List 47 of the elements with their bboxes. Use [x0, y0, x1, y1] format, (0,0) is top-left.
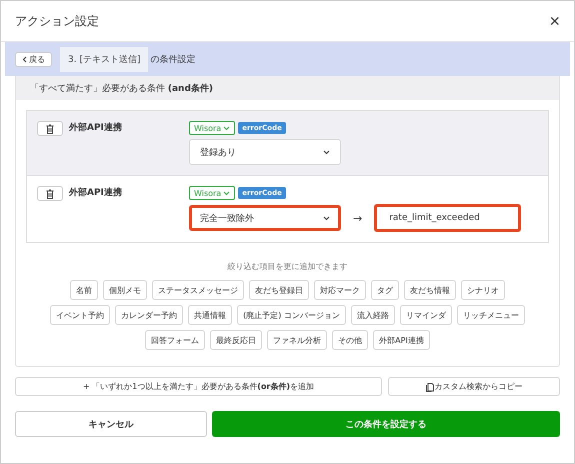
filter-item-button[interactable]: 流入経路 — [350, 305, 395, 325]
operator-select[interactable]: 登録あり — [189, 139, 341, 165]
back-button[interactable]: 戻る — [15, 52, 52, 66]
delete-button[interactable] — [37, 186, 63, 201]
filter-item-button[interactable]: (廃止予定) コンバージョン — [237, 305, 346, 325]
add-or-condition-button[interactable]: + 「いずれか1つ以上を満たす」必要がある条件(or条件)を追加 — [15, 377, 382, 396]
condition-label: 外部API連携 — [69, 121, 122, 135]
close-button[interactable]: × — [549, 12, 560, 30]
operator-select[interactable]: 完全一致除外 — [189, 205, 341, 231]
filter-item-button[interactable]: その他 — [332, 330, 368, 350]
breadcrumb-text: の条件設定 — [150, 54, 196, 66]
delete-button[interactable] — [37, 121, 63, 136]
filter-item-button[interactable]: イベント予約 — [50, 305, 110, 325]
step-label: 3. [テキスト送信] — [60, 46, 148, 72]
hint-text: 絞り込む項目を更に追加できます — [226, 261, 348, 272]
copy-button[interactable]: カスタム検索からコピー — [388, 377, 560, 396]
filter-item-button[interactable]: 回答フォーム — [145, 330, 206, 350]
chevron-left-icon — [22, 56, 27, 62]
chevron-down-icon — [323, 150, 330, 154]
value-field[interactable]: rate_limit_exceeded — [374, 204, 522, 232]
filter-item-button[interactable]: カレンダー予約 — [115, 305, 184, 325]
section-title: 「すべて満たす」必要がある条件 (and条件) — [16, 76, 559, 100]
window-title: アクション設定 — [15, 12, 99, 30]
filter-item-button[interactable]: ファネル分析 — [267, 330, 328, 350]
filter-item-button[interactable]: 友だち情報 — [404, 280, 456, 300]
filter-item-button[interactable]: 最終反応日 — [210, 330, 262, 350]
chevron-down-icon — [223, 190, 230, 196]
filter-item-button[interactable]: タグ — [371, 280, 399, 300]
filter-item-button[interactable]: 名前 — [70, 280, 98, 300]
filter-item-button[interactable]: シナリオ — [461, 280, 505, 300]
filter-item-button[interactable]: 友だち登録日 — [249, 280, 309, 300]
filter-item-button[interactable]: ステータスメッセージ — [152, 280, 244, 300]
copy-icon — [426, 382, 434, 392]
filter-item-button[interactable]: 個別メモ — [103, 280, 147, 300]
chevron-down-icon — [323, 216, 330, 220]
trash-icon — [46, 188, 54, 198]
filter-item-button[interactable]: リマインダ — [400, 305, 452, 325]
arrow-text: → — [353, 212, 362, 224]
filter-item-button[interactable]: リッチメニュー — [456, 305, 525, 325]
cancel-button[interactable]: キャンセル — [15, 411, 207, 437]
filter-item-button[interactable]: 外部API連携 — [373, 330, 430, 350]
chevron-down-icon — [223, 126, 230, 130]
submit-button[interactable]: この条件を設定する — [212, 411, 560, 437]
filter-item-button[interactable]: 共通情報 — [188, 305, 232, 325]
condition-label: 外部API連携 — [69, 186, 122, 200]
filter-item-button[interactable]: 対応マーク — [314, 280, 366, 300]
trash-icon — [46, 124, 54, 134]
